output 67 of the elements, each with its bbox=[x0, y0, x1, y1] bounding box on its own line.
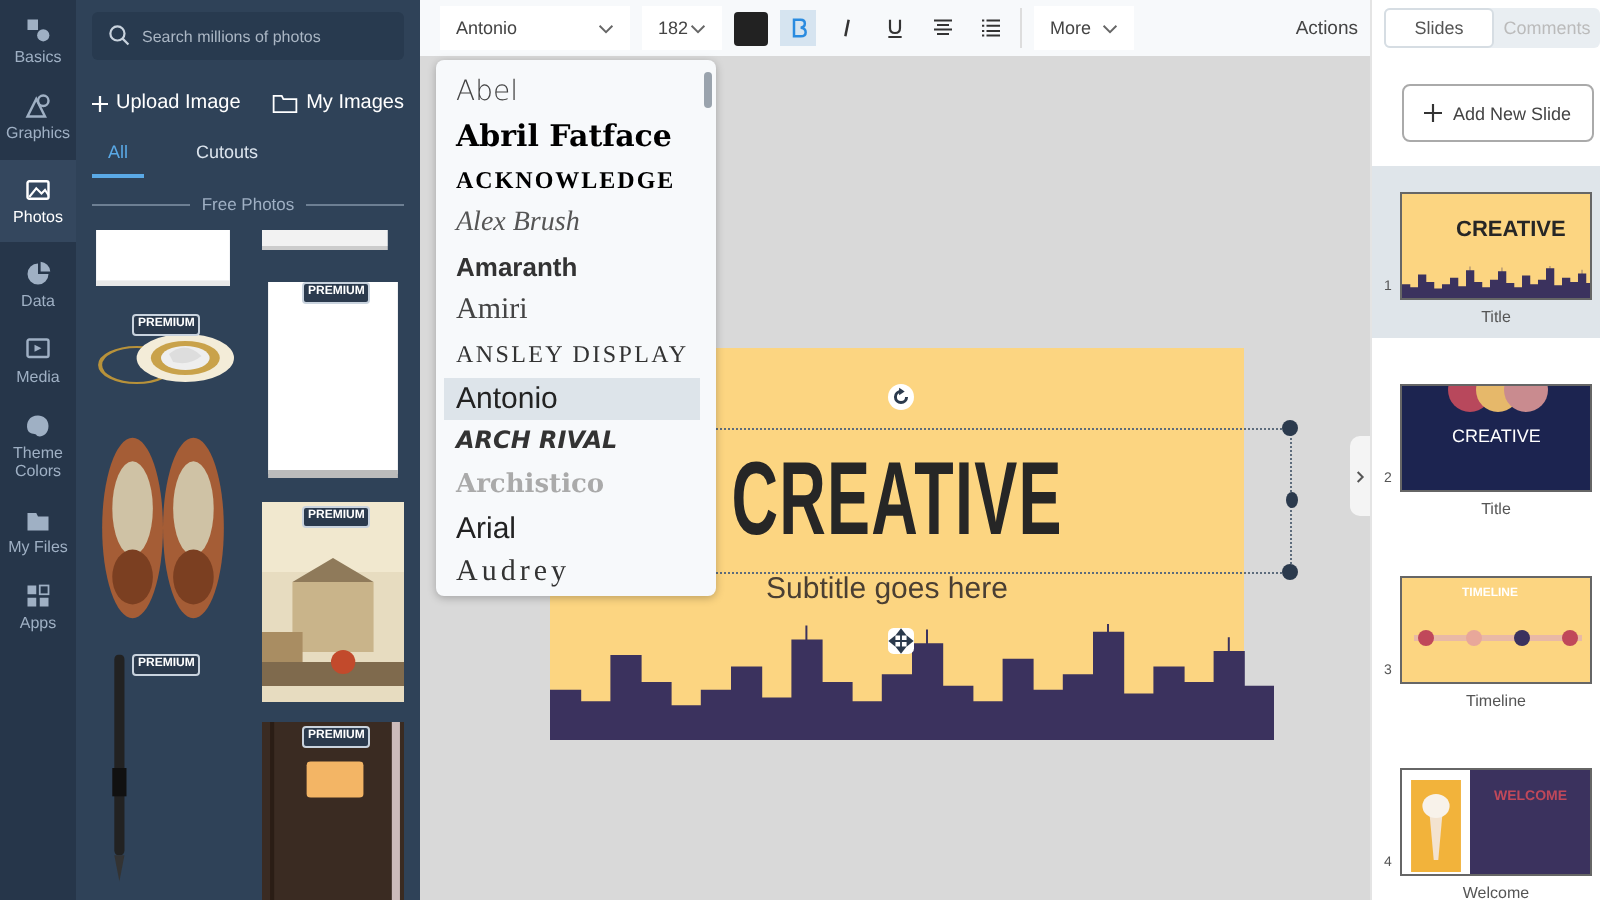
grid-icon bbox=[24, 582, 52, 610]
list-icon bbox=[981, 18, 999, 38]
chevron-down-icon bbox=[1102, 23, 1118, 33]
slide-subtitle[interactable]: Subtitle goes here bbox=[766, 572, 1086, 606]
sidebar-item[interactable]: Apps bbox=[0, 574, 76, 640]
font-option[interactable]: Arial bbox=[444, 507, 700, 552]
font-option[interactable]: ANSLEY DISPLAY bbox=[444, 333, 700, 378]
resize-handle[interactable] bbox=[1282, 420, 1298, 436]
font-option[interactable]: Alex Brush bbox=[444, 202, 700, 247]
media-icon bbox=[24, 336, 52, 364]
search-field[interactable]: Search millions of photos bbox=[92, 12, 404, 60]
slide-title[interactable]: CREATIVE bbox=[731, 444, 1063, 556]
sidebar-item[interactable]: Media bbox=[0, 328, 76, 394]
slide-thumbnail[interactable]: CREATIVE bbox=[1400, 192, 1592, 300]
font-option[interactable]: Amaranth bbox=[444, 246, 700, 290]
font-option[interactable]: ACKNOWLEDGE bbox=[444, 159, 700, 203]
chevron-down-icon bbox=[690, 23, 706, 33]
font-option[interactable]: Amiri bbox=[444, 289, 700, 334]
bold-icon bbox=[789, 18, 807, 38]
sidebar-item[interactable]: Basics bbox=[0, 8, 76, 74]
sidebar-item[interactable]: Data bbox=[0, 252, 76, 318]
upload-image-button[interactable]: Upload Image bbox=[92, 92, 241, 114]
thumbnail-heading: CREATIVE bbox=[1456, 218, 1566, 242]
tab[interactable]: Slides bbox=[1384, 8, 1494, 48]
actions-button[interactable]: Actions bbox=[1295, 17, 1358, 39]
add-slide-button[interactable]: Add New Slide bbox=[1402, 84, 1594, 142]
shapes-icon bbox=[24, 16, 52, 44]
move-icon[interactable] bbox=[888, 628, 914, 654]
bold-button[interactable] bbox=[780, 10, 816, 46]
font-option[interactable]: Antonio bbox=[444, 377, 700, 421]
folder-icon bbox=[272, 93, 299, 113]
more-dropdown[interactable]: More bbox=[1034, 6, 1134, 50]
sidebar-item[interactable]: Graphics bbox=[0, 84, 76, 150]
my-images-button[interactable]: My Images bbox=[272, 92, 404, 114]
chevron-right-icon bbox=[1355, 469, 1365, 483]
font-option[interactable]: ARCH RIVAL bbox=[444, 420, 700, 465]
tab[interactable]: Cutouts bbox=[180, 134, 275, 178]
font-dropdown[interactable]: Antonio bbox=[440, 6, 630, 50]
font-size-dropdown[interactable]: 182 bbox=[642, 6, 722, 50]
section-heading: Free Photos bbox=[201, 194, 295, 214]
underline-icon bbox=[885, 18, 903, 38]
font-option[interactable]: Abril Fatface bbox=[444, 115, 700, 160]
palette-icon bbox=[24, 412, 52, 440]
resize-handle[interactable] bbox=[1286, 492, 1298, 508]
align-icon bbox=[933, 18, 951, 38]
color-swatch[interactable] bbox=[734, 11, 768, 45]
scrollbar[interactable] bbox=[704, 72, 712, 108]
slide-label: Welcome bbox=[1462, 884, 1530, 900]
font-option[interactable]: Audrey bbox=[444, 551, 700, 596]
resize-handle[interactable] bbox=[1282, 564, 1298, 580]
rotate-icon[interactable] bbox=[888, 384, 914, 410]
tab[interactable]: All bbox=[92, 134, 145, 178]
sidebar-item[interactable]: My Files bbox=[0, 498, 76, 564]
font-option[interactable]: Abel bbox=[444, 72, 700, 116]
thumbnail-heading: CREATIVE bbox=[1452, 426, 1541, 446]
chevron-down-icon bbox=[598, 23, 614, 33]
slide-label: Timeline bbox=[1466, 692, 1526, 710]
photo-icon bbox=[24, 176, 52, 204]
sidebar-item[interactable]: Theme Colors bbox=[0, 404, 76, 488]
pie-chart-icon bbox=[24, 260, 52, 288]
slide-label: Title bbox=[1481, 500, 1511, 518]
slide-label: Title bbox=[1481, 308, 1511, 326]
plus-icon bbox=[92, 95, 108, 111]
search-icon bbox=[108, 24, 130, 46]
slide-thumbnail[interactable]: CREATIVE bbox=[1400, 384, 1592, 492]
plus-icon bbox=[1424, 104, 1443, 122]
sidebar-item[interactable]: Photos bbox=[0, 160, 76, 242]
